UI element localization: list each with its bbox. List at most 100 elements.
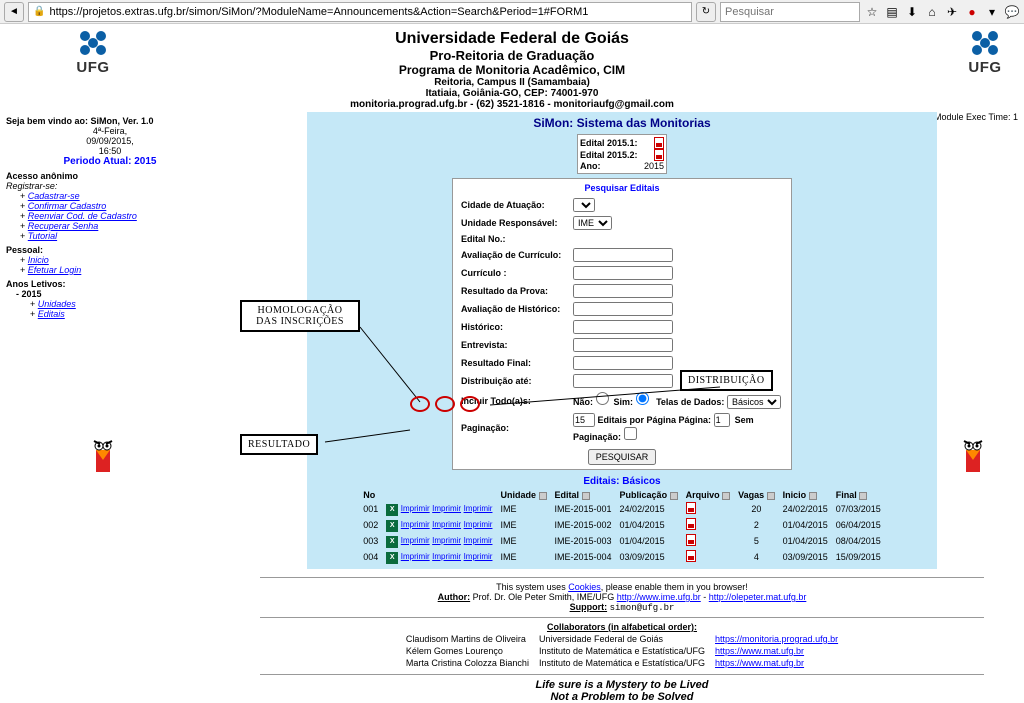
- author-link2[interactable]: http://olepeter.mat.ufg.br: [709, 592, 807, 602]
- cookies-link[interactable]: Cookies: [568, 582, 601, 592]
- link-inicio[interactable]: Inicio: [28, 255, 49, 265]
- sort-icon[interactable]: [670, 492, 678, 500]
- excel-icon[interactable]: X: [386, 504, 398, 516]
- imprimir-link[interactable]: Imprimir: [401, 520, 430, 529]
- label-unidade: Unidade Responsável:: [459, 215, 569, 231]
- period-link[interactable]: Periodo Atual: 2015: [6, 156, 214, 167]
- imprimir-link[interactable]: Imprimir: [401, 552, 430, 561]
- star-icon[interactable]: ☆: [864, 4, 880, 20]
- label-telas: Telas de Dados:: [656, 397, 724, 407]
- th-inicio[interactable]: Inicio: [783, 490, 807, 500]
- select-telas[interactable]: Básicos: [727, 395, 781, 409]
- label-cidade: Cidade de Atuação:: [459, 197, 569, 213]
- excel-icon[interactable]: X: [386, 552, 398, 564]
- th-edital[interactable]: Edital: [555, 490, 580, 500]
- pdf-icon[interactable]: [686, 534, 696, 546]
- browser-search[interactable]: [720, 2, 860, 22]
- sort-icon[interactable]: [809, 492, 817, 500]
- link-confirmar[interactable]: Confirmar Cadastro: [28, 201, 107, 211]
- ano-2015: - 2015: [6, 289, 214, 299]
- collab-row: Claudisom Martins de OliveiraUniversidad…: [402, 634, 842, 644]
- download-icon[interactable]: ⬇: [904, 4, 920, 20]
- input-pagsize[interactable]: [573, 413, 595, 427]
- select-cidade[interactable]: [573, 198, 595, 212]
- link-tutorial[interactable]: Tutorial: [28, 231, 57, 241]
- check-sempag[interactable]: [624, 427, 637, 440]
- pdf-icon[interactable]: [686, 502, 696, 514]
- pdf-icon[interactable]: [654, 149, 664, 161]
- label-avalhist: Avaliação de Histórico:: [459, 301, 569, 317]
- sort-icon[interactable]: [539, 492, 547, 500]
- table-row: 002 X Imprimir Imprimir Imprimir IMEIME-…: [359, 517, 885, 533]
- ano-label: Ano:: [580, 161, 601, 171]
- th-final[interactable]: Final: [836, 490, 857, 500]
- input-resfinal[interactable]: [573, 356, 673, 370]
- link-editais[interactable]: Editais: [38, 309, 65, 319]
- excel-icon[interactable]: X: [386, 536, 398, 548]
- input-distrib[interactable]: [573, 374, 673, 388]
- welcome-text: Seja bem vindo ao: SiMon, Ver. 1.0: [6, 116, 154, 126]
- th-pub[interactable]: Publicação: [620, 490, 668, 500]
- input-pagnum[interactable]: [714, 413, 730, 427]
- input-avalcurr[interactable]: [573, 248, 673, 262]
- support-label: Support:: [570, 602, 608, 612]
- imprimir-link[interactable]: Imprimir: [432, 536, 461, 545]
- sort-icon[interactable]: [582, 492, 590, 500]
- plane-icon[interactable]: ✈: [944, 4, 960, 20]
- imprimir-link[interactable]: Imprimir: [464, 536, 493, 545]
- dropdown-icon[interactable]: ▾: [984, 4, 1000, 20]
- imprimir-link[interactable]: Imprimir: [432, 520, 461, 529]
- search-button[interactable]: PESQUISAR: [588, 449, 657, 465]
- home-icon[interactable]: ⌂: [924, 4, 940, 20]
- input-resprova[interactable]: [573, 284, 673, 298]
- imprimir-link[interactable]: Imprimir: [432, 504, 461, 513]
- reload-button[interactable]: ↻: [696, 2, 716, 22]
- campus-text: Reitoria, Campus II (Samambaia): [0, 77, 1024, 88]
- pdf-icon[interactable]: [654, 137, 664, 149]
- link-cadastrar[interactable]: Cadastrar-se: [28, 191, 80, 201]
- collab-link[interactable]: https://www.mat.ufg.br: [715, 658, 804, 668]
- url-bar[interactable]: 🔒https://projetos.extras.ufg.br/simon/Si…: [28, 2, 692, 22]
- excel-icon[interactable]: X: [386, 520, 398, 532]
- back-button[interactable]: ◄: [4, 2, 24, 22]
- imprimir-link[interactable]: Imprimir: [464, 504, 493, 513]
- imprimir-link[interactable]: Imprimir: [464, 552, 493, 561]
- author-link1[interactable]: http://www.ime.ufg.br: [617, 592, 701, 602]
- sort-icon[interactable]: [767, 492, 775, 500]
- input-entrevista[interactable]: [573, 338, 673, 352]
- imprimir-link[interactable]: Imprimir: [464, 520, 493, 529]
- callout-resultado: RESULTADO: [240, 434, 318, 455]
- dept-subtitle: Pro-Reitoria de Graduação: [0, 48, 1024, 63]
- page-footer: This system uses Cookies, please enable …: [220, 577, 1024, 703]
- callout-homologacao: HOMOLOGAÇÃODAS INSCRIÇÕES: [240, 300, 360, 332]
- collab-link[interactable]: https://www.mat.ufg.br: [715, 646, 804, 656]
- quote2: Not a Problem to be Solved: [220, 691, 1024, 703]
- imprimir-link[interactable]: Imprimir: [401, 536, 430, 545]
- red-circle-icon: [435, 396, 455, 412]
- chat-icon[interactable]: 💬: [1004, 4, 1020, 20]
- link-login[interactable]: Efetuar Login: [28, 265, 82, 275]
- th-vagas[interactable]: Vagas: [738, 490, 764, 500]
- bookmark-list-icon[interactable]: ▤: [884, 4, 900, 20]
- link-reenviar[interactable]: Reenviar Cod. de Cadastro: [28, 211, 137, 221]
- contact-text: monitoria.prograd.ufg.br - (62) 3521-181…: [0, 99, 1024, 110]
- link-unidades[interactable]: Unidades: [38, 299, 76, 309]
- abp-icon[interactable]: ●: [964, 4, 980, 20]
- input-avalhist[interactable]: [573, 302, 673, 316]
- th-unidade[interactable]: Unidade: [500, 490, 536, 500]
- callout-distribuicao: DISTRIBUIÇÃO: [680, 370, 773, 391]
- radio-nao[interactable]: [596, 392, 609, 405]
- input-curriculo[interactable]: [573, 266, 673, 280]
- red-circle-icon: [460, 396, 480, 412]
- collab-link[interactable]: https://monitoria.prograd.ufg.br: [715, 634, 838, 644]
- link-recuperar[interactable]: Recuperar Senha: [28, 221, 99, 231]
- imprimir-link[interactable]: Imprimir: [432, 552, 461, 561]
- pdf-icon[interactable]: [686, 518, 696, 530]
- select-unidade[interactable]: IME: [573, 216, 612, 230]
- radio-sim[interactable]: [636, 392, 649, 405]
- input-historico[interactable]: [573, 320, 673, 334]
- imprimir-link[interactable]: Imprimir: [401, 504, 430, 513]
- sort-icon[interactable]: [722, 492, 730, 500]
- sort-icon[interactable]: [859, 492, 867, 500]
- th-arquivo[interactable]: Arquivo: [686, 490, 720, 500]
